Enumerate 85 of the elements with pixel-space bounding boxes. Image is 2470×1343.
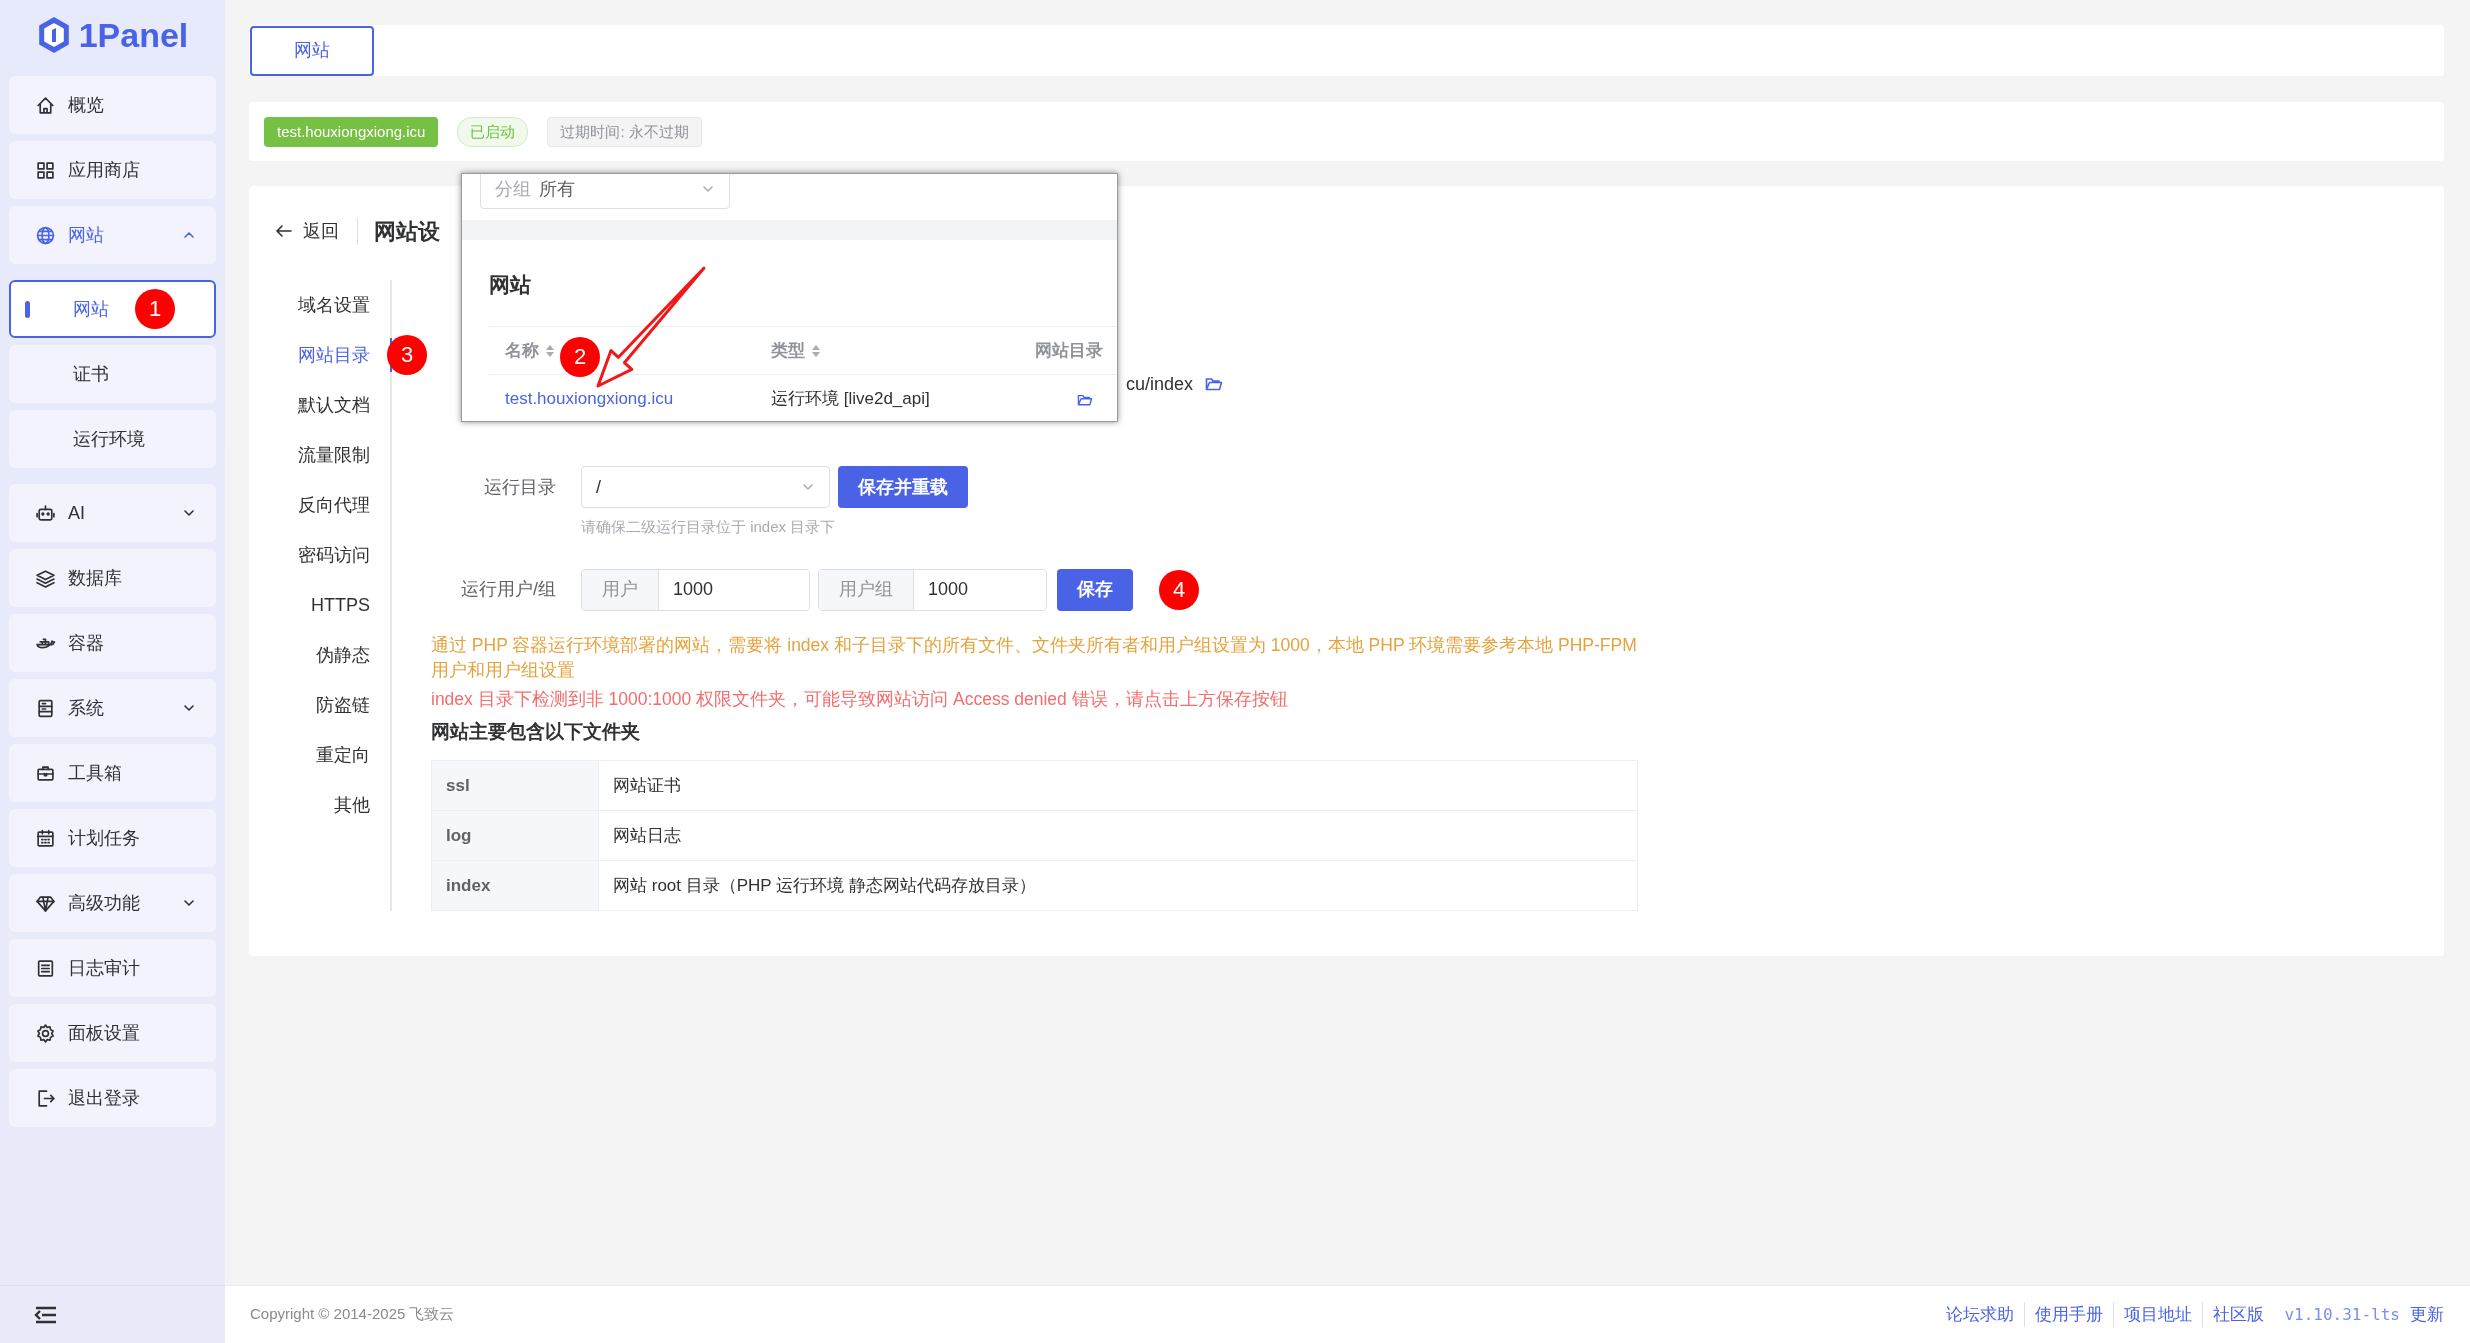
step-badge: 3: [387, 335, 427, 375]
sidebar-item[interactable]: AI: [9, 484, 216, 542]
active-indicator: [25, 301, 30, 318]
page-title: 网站设: [374, 217, 440, 246]
logo-icon: [36, 16, 71, 54]
input-prefix: 用户: [582, 569, 659, 610]
step-badge: 1: [135, 289, 175, 329]
settings-menu-item[interactable]: HTTPS: [249, 580, 390, 630]
sidebar-item[interactable]: 面板设置: [9, 1004, 216, 1062]
input-group-field[interactable]: 用户组 1000: [818, 568, 1047, 611]
warning-text: 通过 PHP 容器运行环境部署的网站，需要将 index 和子目录下的所有文件、文件夹所有者和用户组设置为 1000，本地 PHP 环境需要参考本地 PHP-FPM 用户和用户组设置: [430, 633, 1638, 682]
globe-icon: [35, 224, 56, 246]
site-link[interactable]: test.houxiongxiong.icu: [505, 389, 674, 408]
tab[interactable]: 网站: [250, 25, 374, 76]
sidebar-subitem[interactable]: 网站 1: [9, 280, 216, 338]
folder-name-cell: log: [431, 810, 599, 861]
settings-menu-item[interactable]: 默认文档: [249, 380, 390, 430]
footer-link[interactable]: 使用手册: [2024, 1301, 2114, 1328]
server-icon: [35, 697, 56, 719]
hint-text: 请确保二级运行目录位于 index 目录下: [580, 517, 837, 537]
back-arrow-icon: [275, 222, 293, 240]
domain-tag: test.houxiongxiong.icu: [264, 116, 439, 147]
run-directory-select[interactable]: /: [581, 466, 830, 508]
expiry-tag: 过期时间: 永不过期: [547, 116, 702, 147]
settings-menu-item[interactable]: 伪静态: [249, 630, 390, 680]
copyright-text: Copyright © 2014-2025 飞致云: [250, 1304, 455, 1325]
sidebar-item[interactable]: 应用商店: [9, 141, 216, 199]
folder-name-cell: ssl: [431, 760, 599, 811]
folder-icon[interactable]: [1205, 376, 1224, 392]
error-text: index 目录下检测到非 1000:1000 权限文件夹，可能导致网站访问 Access denied 错误，请点击上方保存按钮: [430, 687, 1289, 711]
logo-text: 1Panel: [78, 18, 189, 52]
save-reload-button[interactable]: 保存并重载: [838, 466, 968, 508]
home-icon: [35, 94, 56, 116]
sidebar-item[interactable]: 计划任务: [9, 809, 216, 867]
sidebar-item[interactable]: 容器: [9, 614, 216, 672]
step-badge: 2: [560, 337, 600, 377]
robot-icon: [35, 502, 56, 524]
status-tag: 已启动: [457, 116, 529, 147]
back-button[interactable]: 返回: [275, 217, 358, 245]
footer-link[interactable]: 更新: [2406, 1301, 2444, 1328]
sidebar-item[interactable]: 网站: [9, 206, 216, 264]
footer-link[interactable]: 社区版: [2202, 1301, 2275, 1328]
popup-title: 网站: [488, 272, 532, 298]
list-icon: [35, 957, 56, 979]
settings-icon: [35, 1022, 56, 1044]
save-button[interactable]: 保存: [1057, 568, 1133, 611]
calendar-icon: [35, 827, 56, 849]
menu-collapse-icon[interactable]: [34, 1304, 58, 1325]
layers-icon: [35, 567, 56, 589]
grid-icon: [35, 159, 56, 181]
folder-name-cell: index: [431, 860, 599, 911]
settings-menu-item[interactable]: 重定向: [249, 730, 390, 780]
folder-icon[interactable]: [1077, 392, 1093, 407]
sidebar-item[interactable]: 退出登录: [9, 1069, 216, 1127]
sidebar-item[interactable]: 日志审计: [9, 939, 216, 997]
footer-link[interactable]: 论坛求助: [1936, 1301, 2025, 1328]
field-label: 运行用户/组: [460, 578, 556, 601]
type-cell: 运行环境 [live2d_api]: [755, 374, 1015, 421]
settings-menu-item[interactable]: 流量限制: [249, 430, 390, 480]
settings-menu-item[interactable]: 域名设置: [249, 280, 390, 330]
folder-description-cell: 网站证书: [598, 760, 1638, 811]
folder-description-cell: 网站 root 目录（PHP 运行环境 静态网站代码存放目录）: [598, 860, 1638, 911]
sidebar-item[interactable]: 概览: [9, 76, 216, 134]
sidebar-item[interactable]: 工具箱: [9, 744, 216, 802]
directory-path: cu/index: [1126, 372, 1194, 396]
footer-link[interactable]: 项目地址: [2113, 1301, 2203, 1328]
input-prefix: 用户组: [819, 569, 914, 610]
step-badge: 4: [1159, 569, 1199, 610]
input-group-field[interactable]: 用户 1000: [581, 568, 810, 611]
group-select[interactable]: 分组 所有: [480, 174, 730, 209]
settings-menu-item[interactable]: 其他: [249, 780, 390, 830]
sidebar-subitem[interactable]: 运行环境: [9, 410, 216, 468]
settings-menu-item[interactable]: 网站目录: [249, 330, 390, 380]
sidebar-subitem[interactable]: 证书: [9, 345, 216, 403]
settings-menu-item[interactable]: 防盗链: [249, 680, 390, 730]
field-label: 运行目录: [483, 475, 556, 499]
sidebar-item[interactable]: 系统: [9, 679, 216, 737]
sidebar-item[interactable]: 高级功能: [9, 874, 216, 932]
sidebar-item[interactable]: 数据库: [9, 549, 216, 607]
folder-description-cell: 网站日志: [598, 810, 1638, 861]
column-header: 网站目录: [1035, 339, 1103, 362]
logout-icon: [35, 1087, 56, 1109]
section-heading: 网站主要包含以下文件夹: [430, 719, 641, 744]
settings-menu-item[interactable]: 密码访问: [249, 530, 390, 580]
settings-menu-item[interactable]: 反向代理: [249, 480, 390, 530]
